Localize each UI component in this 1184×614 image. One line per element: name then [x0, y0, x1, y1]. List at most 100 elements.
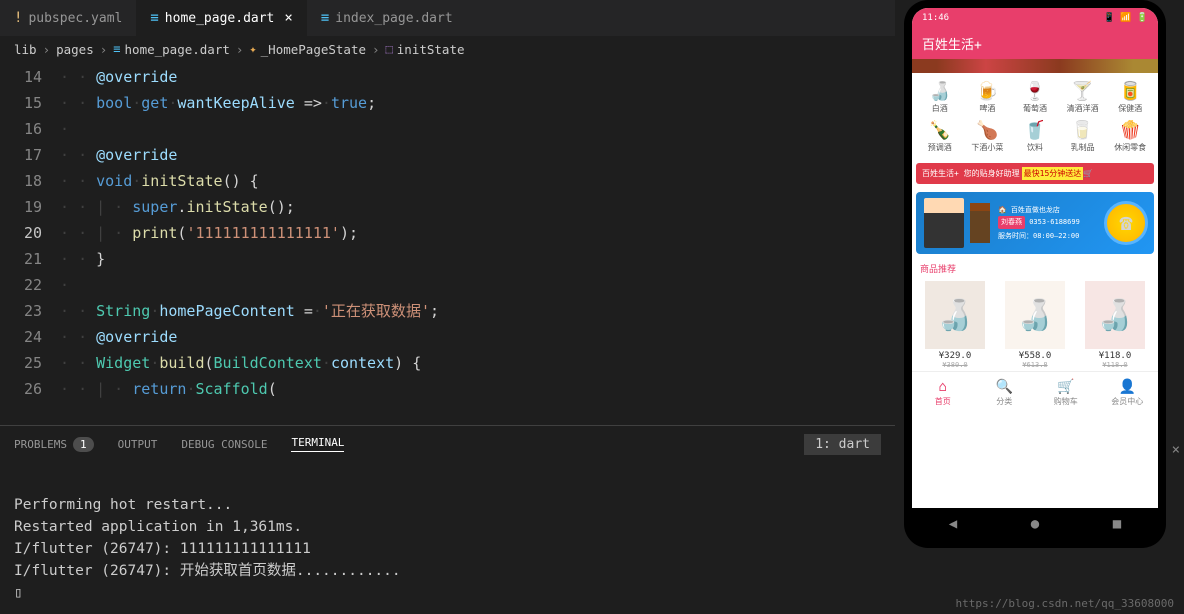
- app-title: 百姓生活+: [912, 28, 1158, 59]
- category-icon: 🍸: [1071, 79, 1095, 103]
- dart-icon: ≡: [150, 10, 158, 26]
- category-item[interactable]: 🍷葡萄酒: [1013, 79, 1057, 114]
- chevron-right-icon: ›: [43, 42, 51, 57]
- nav-icon: 🛒: [1057, 379, 1074, 395]
- product-old-price: ¥118.0: [1102, 361, 1127, 369]
- watermark: https://blog.csdn.net/qq_33608000: [955, 597, 1174, 610]
- breadcrumb-item[interactable]: lib: [14, 42, 37, 57]
- status-bar: 11:46 📱 📶 🔋: [912, 8, 1158, 28]
- close-icon[interactable]: ×: [284, 10, 292, 26]
- tab-label: home_page.dart: [165, 11, 275, 26]
- terminal-line: I/flutter (26747): 111111111111111: [14, 538, 881, 560]
- product-grid: 🍶¥329.0¥380.0🍶¥558.0¥613.8🍶¥118.0¥118.0: [912, 279, 1158, 371]
- nav-icon: 🔍: [996, 379, 1013, 395]
- phone-nav-buttons: ◀ ● ■: [912, 508, 1158, 540]
- breadcrumb-item[interactable]: ≡ home_page.dart: [113, 42, 230, 57]
- terminal-line: Restarted application in 1,361ms.: [14, 516, 881, 538]
- bottom-nav: ⌂首页🔍分类🛒购物车👤会员中心: [912, 371, 1158, 413]
- nav-item[interactable]: 👤会员中心: [1097, 372, 1159, 413]
- category-grid: 🍶白酒🍺啤酒🍷葡萄酒🍸清酒洋酒🥫保健酒🍾预调酒🍗下酒小菜🥤饮料🥛乳制品🍿休闲零食: [912, 73, 1158, 159]
- chevron-right-icon: ›: [372, 42, 380, 57]
- category-item[interactable]: 🍺啤酒: [966, 79, 1010, 114]
- product-image: 🍶: [925, 281, 985, 349]
- call-button[interactable]: ☎: [1104, 201, 1148, 245]
- category-icon: 🍗: [975, 118, 999, 142]
- category-icon: 🍷: [1023, 79, 1047, 103]
- dart-icon: ≡: [321, 10, 329, 26]
- file-icon: !: [14, 10, 22, 26]
- nav-item[interactable]: 🔍分类: [974, 372, 1036, 413]
- breadcrumb-item[interactable]: ⬚ initState: [386, 42, 465, 57]
- tab-index-page[interactable]: ≡ index_page.dart: [307, 0, 467, 36]
- status-icons: 📱 📶 🔋: [1104, 13, 1148, 23]
- home-button[interactable]: ●: [1031, 516, 1039, 532]
- chevron-right-icon: ›: [236, 42, 244, 57]
- banner-image[interactable]: [912, 59, 1158, 73]
- code-content[interactable]: · · @override · · bool·get·wantKeepAlive…: [60, 62, 895, 425]
- terminal-selector[interactable]: 1: dart: [804, 434, 881, 455]
- category-icon: 🥫: [1118, 79, 1142, 103]
- tab-pubspec[interactable]: ! pubspec.yaml: [0, 0, 136, 36]
- nav-icon: 👤: [1119, 379, 1136, 395]
- breadcrumb-item[interactable]: pages: [56, 42, 94, 57]
- category-icon: 🥤: [1023, 118, 1047, 142]
- tab-output[interactable]: OUTPUT: [118, 438, 158, 451]
- back-button[interactable]: ◀: [949, 516, 957, 532]
- category-icon: 🍾: [928, 118, 952, 142]
- category-item[interactable]: 🍸清酒洋酒: [1061, 79, 1105, 114]
- category-label: 保健酒: [1118, 103, 1142, 114]
- bottom-panel: PROBLEMS 1 OUTPUT DEBUG CONSOLE TERMINAL…: [0, 425, 895, 614]
- product-item[interactable]: 🍶¥329.0¥380.0: [918, 281, 992, 369]
- category-item[interactable]: 🍾预调酒: [918, 118, 962, 153]
- category-icon: 🍺: [975, 79, 999, 103]
- nav-item[interactable]: ⌂首页: [912, 372, 974, 413]
- nav-item[interactable]: 🛒购物车: [1035, 372, 1097, 413]
- category-item[interactable]: 🍿休闲零食: [1108, 118, 1152, 153]
- breadcrumb[interactable]: lib › pages › ≡ home_page.dart › ✦ _Home…: [0, 36, 895, 62]
- tab-home-page[interactable]: ≡ home_page.dart ×: [136, 0, 306, 36]
- problems-badge: 1: [73, 437, 94, 452]
- store-info-card[interactable]: 🏠 百姓直做也龙店 刘春燕 0353-6188699 服务时间：08:00—22…: [916, 192, 1154, 254]
- tab-debug-console[interactable]: DEBUG CONSOLE: [181, 438, 267, 451]
- nav-label: 会员中心: [1111, 396, 1143, 407]
- product-price: ¥558.0: [1019, 351, 1052, 361]
- promo-banner[interactable]: 百姓生活+ 您的贴身好助理 最快15分钟送达 🛒: [916, 163, 1154, 184]
- close-panel-icon[interactable]: ×: [1172, 442, 1180, 458]
- recent-button[interactable]: ■: [1113, 516, 1121, 532]
- line-gutter: 141516171819 20212223242526: [0, 62, 60, 425]
- nav-icon: ⌂: [939, 379, 947, 395]
- product-image: 🍶: [1005, 281, 1065, 349]
- category-label: 白酒: [932, 103, 948, 114]
- nav-label: 首页: [935, 396, 951, 407]
- nav-label: 购物车: [1054, 396, 1078, 407]
- tab-problems[interactable]: PROBLEMS 1: [14, 437, 94, 452]
- status-time: 11:46: [922, 13, 949, 23]
- chevron-right-icon: ›: [100, 42, 108, 57]
- tab-label: index_page.dart: [335, 11, 452, 26]
- panel-tabs: PROBLEMS 1 OUTPUT DEBUG CONSOLE TERMINAL…: [0, 426, 895, 462]
- category-label: 啤酒: [979, 103, 995, 114]
- category-item[interactable]: 🥤饮料: [1013, 118, 1057, 153]
- code-editor[interactable]: 141516171819 20212223242526 · · @overrid…: [0, 62, 895, 425]
- category-item[interactable]: 🍗下酒小菜: [966, 118, 1010, 153]
- category-item[interactable]: 🍶白酒: [918, 79, 962, 114]
- product-item[interactable]: 🍶¥118.0¥118.0: [1078, 281, 1152, 369]
- phone-screen[interactable]: 11:46 📱 📶 🔋 百姓生活+ 🍶白酒🍺啤酒🍷葡萄酒🍸清酒洋酒🥫保健酒🍾预调…: [912, 8, 1158, 508]
- category-icon: 🍿: [1118, 118, 1142, 142]
- phone-emulator: 11:46 📱 📶 🔋 百姓生活+ 🍶白酒🍺啤酒🍷葡萄酒🍸清酒洋酒🥫保健酒🍾预调…: [904, 0, 1166, 548]
- tab-terminal[interactable]: TERMINAL: [291, 436, 344, 452]
- category-icon: 🍶: [928, 79, 952, 103]
- product-image: 🍶: [1085, 281, 1145, 349]
- category-item[interactable]: 🥫保健酒: [1108, 79, 1152, 114]
- category-item[interactable]: 🥛乳制品: [1061, 118, 1105, 153]
- staff-avatar: [924, 198, 964, 248]
- product-old-price: ¥613.8: [1022, 361, 1047, 369]
- terminal-line: Performing hot restart...: [14, 494, 881, 516]
- product-bottles: [970, 203, 990, 243]
- terminal-content[interactable]: Performing hot restart... Restarted appl…: [0, 462, 895, 614]
- product-item[interactable]: 🍶 ¥558.0¥613.8: [998, 281, 1072, 369]
- category-label: 预调酒: [928, 142, 952, 153]
- terminal-line: I/flutter (26747): 开始获取首页数据............: [14, 560, 881, 582]
- breadcrumb-item[interactable]: ✦ _HomePageState: [249, 42, 366, 57]
- product-price: ¥329.0: [939, 351, 972, 361]
